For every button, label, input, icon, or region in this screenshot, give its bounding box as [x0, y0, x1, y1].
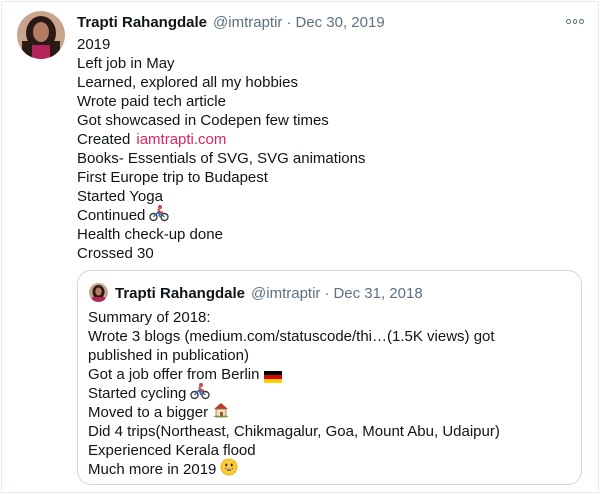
- grinning-face-icon: [220, 458, 238, 481]
- quoted-avatar: [89, 283, 108, 302]
- quoted-line: Did 4 trips(Northeast, Chikmagalur, Goa,…: [88, 423, 500, 440]
- tweet-line: Got showcased in Codepen few times: [77, 112, 329, 129]
- quoted-line: Wrote 3 blogs (medium.com/statuscode/thi…: [88, 328, 495, 345]
- website-link[interactable]: iamtrapti.com: [136, 130, 226, 149]
- author-handle[interactable]: @imtraptir: [213, 14, 282, 31]
- tweet-line: Learned, explored all my hobbies: [77, 74, 298, 91]
- quoted-author-name: Trapti Rahangdale: [115, 284, 246, 302]
- tweet-line: Health check-up done: [77, 226, 223, 243]
- more-horizontal-icon[interactable]: [566, 13, 585, 29]
- tweet-text: 2019 Left job in May Learned, explored a…: [77, 35, 587, 263]
- quoted-header: Trapti Rahangdale @imtraptir · Dec 31, 2…: [115, 283, 423, 303]
- quoted-date: Dec 31, 2018: [333, 284, 423, 302]
- quoted-line-text: Moved to a bigger: [88, 404, 209, 421]
- tweet-line-text: Continued: [77, 207, 146, 224]
- quoted-line-cycling: Started cycling: [88, 382, 573, 405]
- quoted-line-text: Started cycling: [88, 385, 187, 402]
- cyclist-icon: [190, 382, 211, 405]
- separator-dot: ·: [324, 284, 330, 302]
- avatar[interactable]: [17, 11, 65, 59]
- separator-dot: ·: [286, 13, 292, 31]
- quoted-line-text: Much more in 2019: [88, 461, 217, 478]
- tweet-line: 2019: [77, 36, 111, 53]
- tweet-date[interactable]: Dec 30, 2019: [295, 14, 384, 31]
- quoted-handle: @imtraptir: [251, 284, 321, 302]
- quoted-line-moved: Moved to a bigger: [88, 403, 573, 422]
- house-icon: [212, 401, 230, 424]
- tweet-line: Wrote paid tech article: [77, 93, 226, 110]
- tweet[interactable]: Trapti Rahangdale @imtraptir · Dec 30, 2…: [0, 0, 600, 494]
- tweet-line: Books- Essentials of SVG, SVG animations: [77, 150, 366, 167]
- tweet-line: Crossed 30: [77, 245, 154, 262]
- quoted-line: Summary of 2018:: [88, 309, 211, 326]
- quoted-line: Experienced Kerala flood: [88, 442, 256, 459]
- tweet-line-continued: Continued: [77, 204, 587, 227]
- germany-flag-icon: [264, 369, 283, 383]
- quoted-tweet[interactable]: Trapti Rahangdale @imtraptir · Dec 31, 2…: [77, 270, 582, 485]
- quoted-line-more: Much more in 2019: [88, 458, 573, 481]
- tweet-line-text: Created: [77, 131, 131, 148]
- quoted-text: Summary of 2018: Wrote 3 blogs (medium.c…: [88, 308, 573, 479]
- author-name[interactable]: Trapti Rahangdale: [77, 14, 207, 31]
- quoted-line: published in publication): [88, 347, 249, 364]
- cyclist-icon: [149, 204, 170, 227]
- tweet-line-created: Created iamtrapti.com: [77, 130, 587, 149]
- quoted-line-text: Got a job offer from Berlin: [88, 366, 260, 383]
- tweet-line: First Europe trip to Budapest: [77, 169, 268, 186]
- tweet-line: Left job in May: [77, 55, 175, 72]
- quoted-line-berlin: Got a job offer from Berlin: [88, 365, 573, 384]
- tweet-header: Trapti Rahangdale @imtraptir · Dec 30, 2…: [77, 12, 385, 32]
